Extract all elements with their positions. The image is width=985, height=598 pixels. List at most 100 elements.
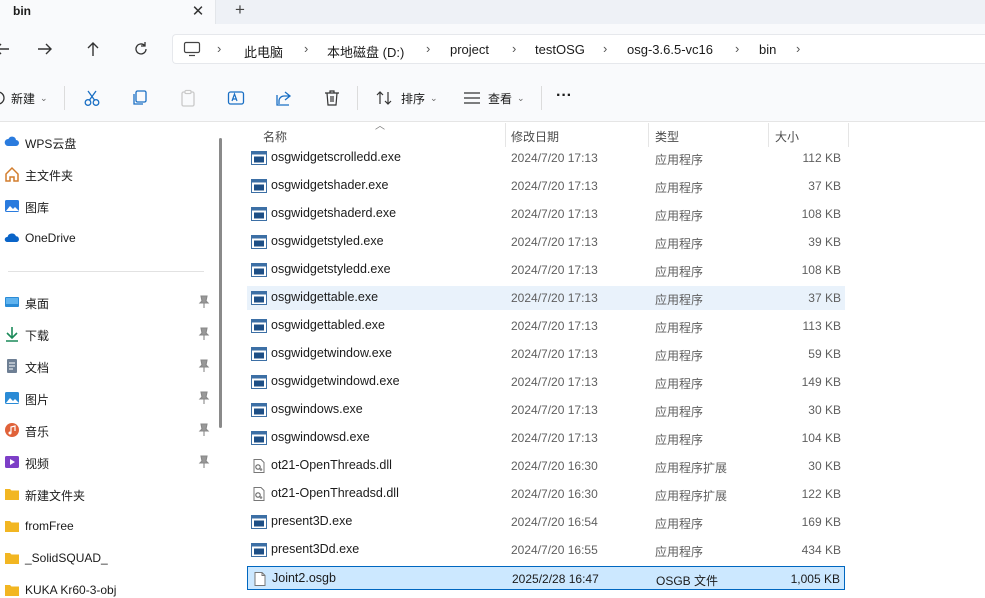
file-row[interactable]: osgwindows.exe 2024/7/20 17:13 应用程序 30 KB	[247, 398, 845, 422]
sort-label: 排序	[401, 91, 426, 106]
file-icon	[252, 572, 268, 586]
breadcrumb-this-pc[interactable]: 此电脑	[244, 42, 283, 61]
file-row[interactable]: osgwidgetstyled.exe 2024/7/20 17:13 应用程序 39…	[247, 230, 845, 254]
pin-icon[interactable]	[198, 423, 210, 437]
pin-icon[interactable]	[198, 295, 210, 309]
file-row[interactable]: present3Dd.exe 2024/7/20 16:55 应用程序 434 KB	[247, 538, 845, 562]
exe-file-icon	[251, 151, 267, 165]
file-type: 应用程序	[655, 153, 704, 167]
paste-button[interactable]	[179, 88, 197, 108]
file-row[interactable]: osgwidgetstyledd.exe 2024/7/20 17:13 应用程序 1…	[247, 258, 845, 282]
sidebar-item-folder[interactable]: fromFree	[0, 515, 212, 537]
cut-button[interactable]	[83, 88, 101, 108]
pin-icon[interactable]	[198, 455, 210, 469]
file-row[interactable]: ot21-OpenThreads.dll 2024/7/20 16:30 应用程序扩…	[247, 454, 845, 478]
file-row[interactable]: osgwidgetwindowd.exe 2024/7/20 17:13 应用程序 1…	[247, 370, 845, 394]
sidebar-item-desktop[interactable]: 桌面	[0, 291, 212, 313]
file-row[interactable]: present3D.exe 2024/7/20 16:54 应用程序 169 KB	[247, 510, 845, 534]
sidebar-item-label: 图库	[25, 201, 50, 215]
file-size: 169 KB	[801, 515, 841, 529]
breadcrumb-testosg[interactable]: testOSG	[535, 42, 585, 57]
file-name: osgwindows.exe	[271, 402, 363, 416]
copy-button[interactable]	[131, 88, 149, 108]
file-name: osgwidgetscrolledd.exe	[271, 150, 401, 164]
more-options-button[interactable]: ···	[556, 86, 572, 106]
refresh-button[interactable]	[131, 39, 151, 59]
file-row[interactable]: ot21-OpenThreadsd.dll 2024/7/20 16:30 应用程序…	[247, 482, 845, 506]
column-divider[interactable]	[505, 123, 506, 147]
breadcrumb-local-disk[interactable]: 本地磁盘 (D:)	[327, 42, 404, 61]
dll-file-icon	[251, 487, 267, 501]
file-type: 应用程序扩展	[655, 461, 728, 475]
toolbar-divider	[64, 86, 65, 110]
file-row[interactable]: osgwindowsd.exe 2024/7/20 17:13 应用程序 104 KB	[247, 426, 845, 450]
up-button[interactable]	[83, 39, 103, 59]
file-row[interactable]: osgwidgetwindow.exe 2024/7/20 17:13 应用程序 59…	[247, 342, 845, 366]
pin-icon[interactable]	[198, 327, 210, 341]
file-size: 37 KB	[808, 291, 841, 305]
gallery-icon	[5, 200, 19, 212]
rename-button[interactable]	[227, 88, 245, 108]
sidebar-item-gallery[interactable]: 图库	[0, 195, 212, 217]
pin-icon[interactable]	[198, 391, 210, 405]
sidebar-item-folder[interactable]: _SolidSQUAD_	[0, 547, 212, 569]
sidebar-item-wps-cloud[interactable]: WPS云盘	[0, 131, 212, 153]
file-type: 应用程序	[655, 545, 704, 559]
file-row[interactable]: osgwidgettable.exe 2024/7/20 17:13 应用程序 37 …	[247, 286, 845, 310]
pin-icon[interactable]	[198, 359, 210, 373]
breadcrumb-project[interactable]: project	[450, 42, 489, 57]
column-divider[interactable]	[648, 123, 649, 147]
desktop-icon	[5, 297, 19, 307]
column-divider[interactable]	[848, 123, 849, 147]
sidebar-item-onedrive[interactable]: OneDrive	[0, 227, 212, 249]
file-row[interactable]: osgwidgetscrolledd.exe 2024/7/20 17:13 应用程…	[247, 146, 845, 170]
sidebar-item-pictures[interactable]: 图片	[0, 387, 212, 409]
tab-close-icon[interactable]: ✕	[190, 2, 206, 20]
view-button[interactable]: 查看 ⌄	[463, 88, 525, 108]
tab-bin[interactable]: bin ✕	[0, 0, 216, 24]
sidebar-item-videos[interactable]: 视频	[0, 451, 212, 473]
column-divider[interactable]	[768, 123, 769, 147]
breadcrumb-bin[interactable]: bin	[759, 42, 776, 57]
rename-icon	[227, 91, 245, 105]
file-name: present3D.exe	[271, 514, 353, 528]
file-row[interactable]: Joint2.osgb 2025/2/28 16:47 OSGB 文件 1,005 K…	[247, 566, 845, 590]
sidebar-item-home[interactable]: 主文件夹	[0, 163, 212, 185]
file-size: 113 KB	[802, 319, 841, 333]
trash-icon	[325, 90, 339, 106]
sidebar-item-label: 图片	[25, 393, 50, 407]
sort-icon	[376, 91, 392, 105]
exe-file-icon	[251, 207, 267, 221]
file-date: 2024/7/20 16:30	[511, 459, 598, 473]
file-size: 434 KB	[801, 543, 841, 557]
new-button[interactable]: 新建 ⌄	[0, 88, 48, 108]
file-name: present3Dd.exe	[271, 542, 360, 556]
sort-button[interactable]: 排序 ⌄	[375, 88, 438, 108]
sidebar-item-documents[interactable]: 文档	[0, 355, 212, 377]
sidebar-item-label: 下载	[25, 329, 50, 343]
file-date: 2024/7/20 17:13	[511, 235, 598, 249]
file-date: 2024/7/20 17:13	[511, 179, 598, 193]
sidebar-item-label: 主文件夹	[25, 169, 74, 183]
sidebar-scrollbar[interactable]	[219, 138, 222, 428]
document-icon	[7, 359, 17, 373]
forward-button[interactable]	[35, 39, 55, 59]
address-bar[interactable]: › 此电脑 › 本地磁盘 (D:) › project › testOSG › …	[172, 34, 985, 64]
share-button[interactable]	[275, 88, 293, 108]
sidebar-item-folder[interactable]: 新建文件夹	[0, 483, 212, 505]
file-row[interactable]: osgwidgettabled.exe 2024/7/20 17:13 应用程序 11…	[247, 314, 845, 338]
file-date: 2024/7/20 17:13	[511, 151, 598, 165]
exe-file-icon	[251, 403, 267, 417]
back-button[interactable]	[0, 39, 12, 59]
file-row[interactable]: osgwidgetshaderd.exe 2024/7/20 17:13 应用程序 1…	[247, 202, 845, 226]
sidebar-item-music[interactable]: 音乐	[0, 419, 212, 441]
sidebar-item-downloads[interactable]: 下载	[0, 323, 212, 345]
file-row[interactable]: osgwidgetshader.exe 2024/7/20 17:13 应用程序 37…	[247, 174, 845, 198]
breadcrumb-osg-version[interactable]: osg-3.6.5-vc16	[627, 42, 713, 57]
delete-button[interactable]	[323, 88, 341, 108]
folder-icon	[5, 489, 19, 500]
file-date: 2025/2/28 16:47	[512, 572, 599, 586]
sidebar-item-label: 新建文件夹	[25, 489, 86, 503]
new-tab-icon[interactable]: +	[232, 0, 248, 20]
sidebar-item-folder[interactable]: KUKA Kr60-3-obj	[0, 579, 212, 598]
